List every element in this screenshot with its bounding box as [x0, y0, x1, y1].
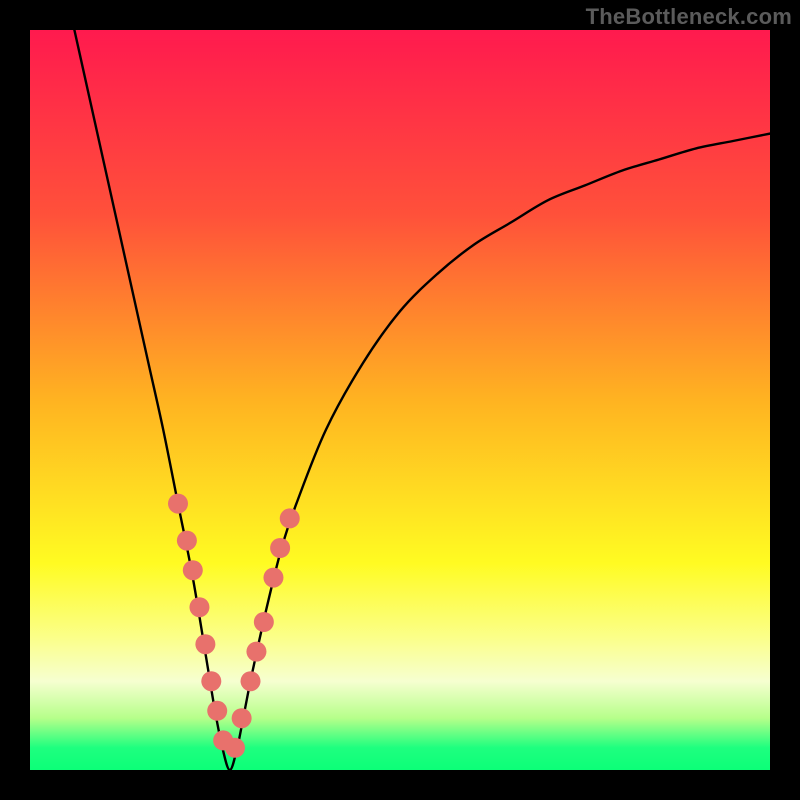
highlight-dot	[225, 738, 245, 758]
highlight-dot	[168, 494, 188, 514]
highlight-dot	[263, 568, 283, 588]
plot-area	[30, 30, 770, 770]
highlight-dot	[195, 634, 215, 654]
highlight-dot	[189, 597, 209, 617]
highlight-dot	[254, 612, 274, 632]
highlight-dot	[201, 671, 221, 691]
highlight-dot	[232, 708, 252, 728]
highlight-dot	[280, 508, 300, 528]
highlight-dots	[30, 30, 770, 770]
highlight-dot	[270, 538, 290, 558]
highlight-dot	[183, 560, 203, 580]
outer-frame: TheBottleneck.com	[0, 0, 800, 800]
watermark-text: TheBottleneck.com	[586, 4, 792, 30]
highlight-dot	[207, 701, 227, 721]
highlight-dot	[177, 531, 197, 551]
highlight-dot	[246, 642, 266, 662]
highlight-dot	[241, 671, 261, 691]
